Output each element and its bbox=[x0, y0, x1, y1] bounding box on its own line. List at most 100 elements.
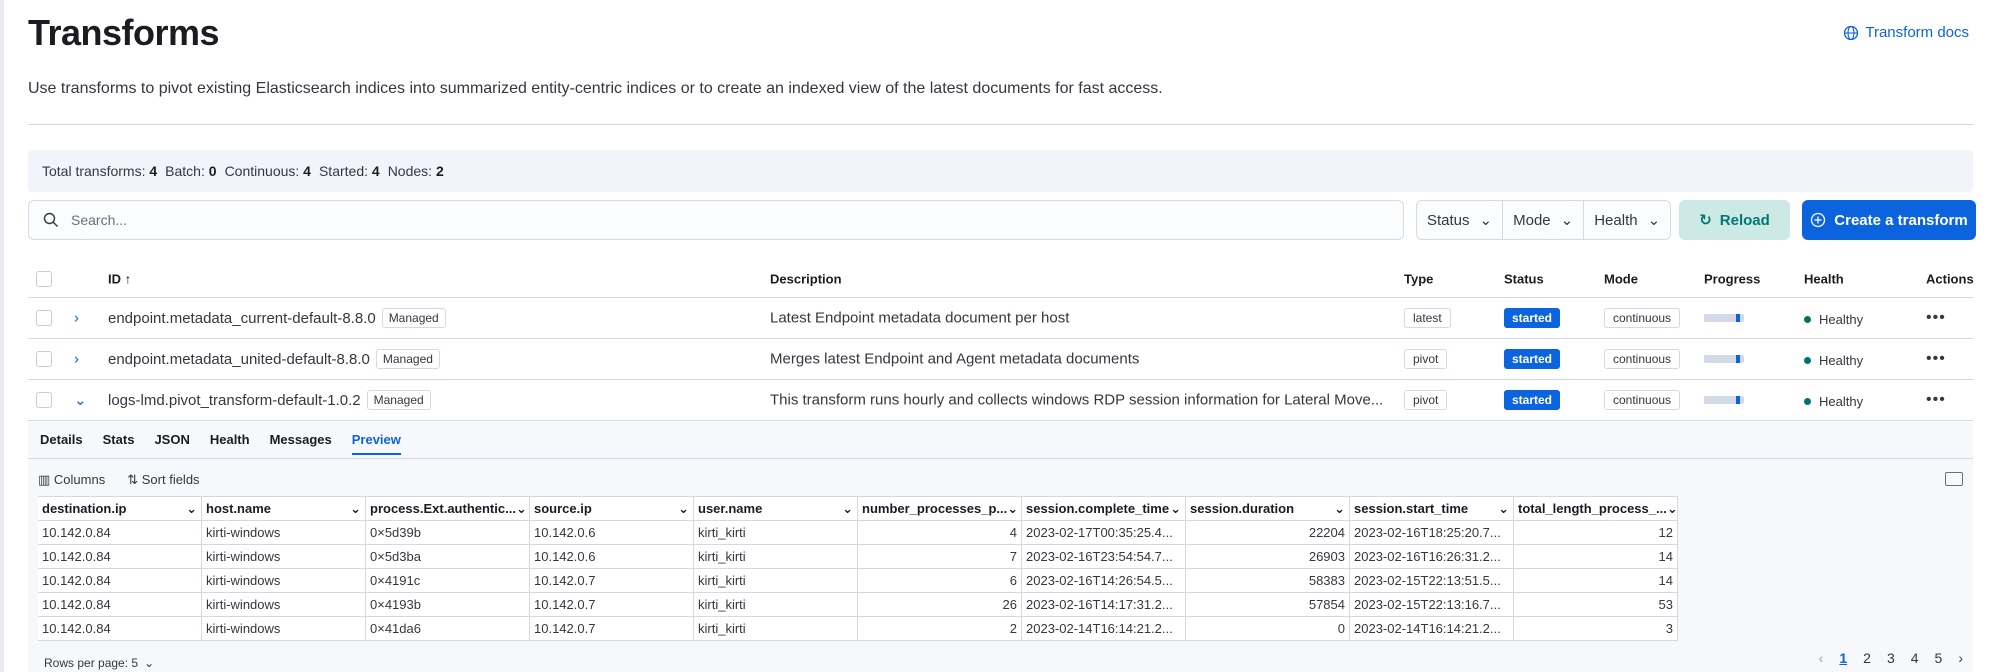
tab-messages[interactable]: Messages bbox=[270, 432, 332, 455]
grid-cell[interactable]: 2023-02-16T23:54:54.7... bbox=[1022, 545, 1186, 568]
page-link[interactable]: 4 bbox=[1911, 650, 1919, 666]
grid-cell[interactable]: 10.142.0.84 bbox=[38, 617, 202, 640]
grid-cell[interactable]: 0×5d3ba bbox=[366, 545, 530, 568]
table-row[interactable]: ⌄ logs-lmd.pivot_transform-default-1.0.2… bbox=[28, 380, 1973, 421]
actions-menu-icon[interactable]: ••• bbox=[1926, 350, 1946, 368]
grid-cell[interactable]: kirti-windows bbox=[202, 545, 366, 568]
grid-cell[interactable]: 6 bbox=[858, 569, 1022, 592]
grid-cell[interactable]: 26903 bbox=[1186, 545, 1350, 568]
grid-cell[interactable]: 0×41da6 bbox=[366, 617, 530, 640]
grid-cell[interactable]: kirti_kirti bbox=[694, 593, 858, 616]
health-filter[interactable]: Health ⌄ bbox=[1584, 201, 1670, 239]
sort-fields-button[interactable]: ⇅ Sort fields bbox=[127, 472, 199, 488]
grid-cell[interactable]: 0×4193b bbox=[366, 593, 530, 616]
grid-cell[interactable]: 2023-02-16T14:17:31.2... bbox=[1022, 593, 1186, 616]
actions-menu-icon[interactable]: ••• bbox=[1926, 391, 1946, 409]
grid-column-header[interactable]: source.ip ⌄ bbox=[530, 497, 694, 520]
grid-cell[interactable]: kirti-windows bbox=[202, 593, 366, 616]
grid-column-header[interactable]: session.duration ⌄ bbox=[1186, 497, 1350, 520]
grid-cell[interactable]: 12 bbox=[1514, 521, 1678, 544]
tab-preview[interactable]: Preview bbox=[351, 432, 401, 455]
chevron-down-icon[interactable]: ⌄ bbox=[186, 501, 197, 517]
grid-cell[interactable]: kirti_kirti bbox=[694, 617, 858, 640]
tab-health[interactable]: Health bbox=[210, 432, 250, 455]
grid-cell[interactable]: 10.142.0.7 bbox=[530, 593, 694, 616]
grid-cell[interactable]: 2023-02-16T16:26:31.2... bbox=[1350, 545, 1514, 568]
grid-cell[interactable]: 10.142.0.6 bbox=[530, 521, 694, 544]
chevron-down-icon[interactable]: ⌄ bbox=[678, 501, 689, 517]
mode-filter[interactable]: Mode ⌄ bbox=[1503, 201, 1585, 239]
chevron-right-icon[interactable]: › bbox=[1958, 650, 1963, 666]
grid-cell[interactable]: 10.142.0.84 bbox=[38, 569, 202, 592]
keyboard-shortcuts-icon[interactable] bbox=[1945, 472, 1963, 486]
grid-column-header[interactable]: user.name ⌄ bbox=[694, 497, 858, 520]
grid-cell[interactable]: 0×5d39b bbox=[366, 521, 530, 544]
grid-column-header[interactable]: number_processes_p... ⌄ bbox=[858, 497, 1022, 520]
grid-cell[interactable]: 2023-02-16T14:26:54.5... bbox=[1022, 569, 1186, 592]
grid-column-header[interactable]: destination.ip ⌄ bbox=[38, 497, 202, 520]
grid-cell[interactable]: 22204 bbox=[1186, 521, 1350, 544]
transform-id[interactable]: endpoint.metadata_united-default-8.8.0 bbox=[108, 351, 370, 368]
row-checkbox[interactable] bbox=[36, 392, 52, 408]
grid-cell[interactable]: 10.142.0.84 bbox=[38, 593, 202, 616]
reload-button[interactable]: ↻ Reload bbox=[1679, 200, 1790, 240]
grid-column-header[interactable]: host.name ⌄ bbox=[202, 497, 366, 520]
grid-cell[interactable]: kirti_kirti bbox=[694, 521, 858, 544]
transform-id[interactable]: endpoint.metadata_current-default-8.8.0 bbox=[108, 310, 376, 327]
grid-column-header[interactable]: process.Ext.authentic... ⌄ bbox=[366, 497, 530, 520]
grid-column-header[interactable]: total_length_process_... ⌄ bbox=[1514, 497, 1678, 520]
transform-docs-link[interactable]: Transform docs bbox=[1843, 24, 1969, 41]
chevron-down-icon[interactable]: ⌄ bbox=[1170, 501, 1181, 517]
grid-cell[interactable]: 10.142.0.84 bbox=[38, 521, 202, 544]
grid-cell[interactable]: 14 bbox=[1514, 569, 1678, 592]
chevron-down-icon[interactable]: ⌄ bbox=[516, 501, 527, 517]
grid-cell[interactable]: 4 bbox=[858, 521, 1022, 544]
grid-cell[interactable]: 2 bbox=[858, 617, 1022, 640]
row-checkbox[interactable] bbox=[36, 351, 52, 367]
grid-column-header[interactable]: session.start_time ⌄ bbox=[1350, 497, 1514, 520]
grid-cell[interactable]: 3 bbox=[1514, 617, 1678, 640]
grid-cell[interactable]: 53 bbox=[1514, 593, 1678, 616]
grid-cell[interactable]: 2023-02-14T16:14:21.2... bbox=[1350, 617, 1514, 640]
page-link[interactable]: 5 bbox=[1935, 650, 1943, 666]
page-link[interactable]: 2 bbox=[1863, 650, 1871, 666]
chevron-down-icon[interactable]: ⌄ bbox=[1498, 501, 1509, 517]
header-id[interactable]: ID ↑ bbox=[108, 271, 131, 286]
chevron-down-icon[interactable]: ⌄ bbox=[350, 501, 361, 517]
chevron-left-icon[interactable]: ‹ bbox=[1819, 650, 1824, 666]
grid-cell[interactable]: 10.142.0.7 bbox=[530, 569, 694, 592]
status-filter[interactable]: Status ⌄ bbox=[1417, 201, 1504, 239]
grid-cell[interactable]: 57854 bbox=[1186, 593, 1350, 616]
page-link[interactable]: 1 bbox=[1839, 650, 1847, 666]
grid-cell[interactable]: 10.142.0.7 bbox=[530, 617, 694, 640]
tab-json[interactable]: JSON bbox=[154, 432, 189, 455]
table-row[interactable]: › endpoint.metadata_united-default-8.8.0… bbox=[28, 339, 1973, 380]
actions-menu-icon[interactable]: ••• bbox=[1926, 309, 1946, 327]
chevron-down-icon[interactable]: ⌄ bbox=[1007, 501, 1018, 517]
grid-cell[interactable]: 10.142.0.6 bbox=[530, 545, 694, 568]
grid-cell[interactable]: kirti-windows bbox=[202, 569, 366, 592]
grid-cell[interactable]: 2023-02-14T16:14:21.2... bbox=[1022, 617, 1186, 640]
grid-cell[interactable]: 0×4191c bbox=[366, 569, 530, 592]
grid-column-header[interactable]: session.complete_time ⌄ bbox=[1022, 497, 1186, 520]
grid-cell[interactable]: 2023-02-16T18:25:20.7... bbox=[1350, 521, 1514, 544]
grid-cell[interactable]: kirti_kirti bbox=[694, 569, 858, 592]
grid-cell[interactable]: 2023-02-15T22:13:51.5... bbox=[1350, 569, 1514, 592]
chevron-right-icon[interactable]: › bbox=[74, 351, 79, 368]
table-row[interactable]: › endpoint.metadata_current-default-8.8.… bbox=[28, 298, 1973, 339]
select-all-checkbox[interactable] bbox=[36, 270, 52, 287]
create-transform-button[interactable]: Create a transform bbox=[1802, 200, 1976, 240]
grid-cell[interactable]: kirti-windows bbox=[202, 521, 366, 544]
grid-cell[interactable]: 14 bbox=[1514, 545, 1678, 568]
transform-id[interactable]: logs-lmd.pivot_transform-default-1.0.2 bbox=[108, 392, 361, 409]
row-checkbox[interactable] bbox=[36, 310, 52, 326]
grid-cell[interactable]: kirti-windows bbox=[202, 617, 366, 640]
search-input[interactable]: Search... bbox=[28, 200, 1404, 240]
grid-cell[interactable]: 0 bbox=[1186, 617, 1350, 640]
tab-stats[interactable]: Stats bbox=[103, 432, 135, 455]
chevron-right-icon[interactable]: › bbox=[74, 310, 79, 327]
grid-cell[interactable]: 10.142.0.84 bbox=[38, 545, 202, 568]
page-link[interactable]: 3 bbox=[1887, 650, 1895, 666]
grid-cell[interactable]: 2023-02-17T00:35:25.4... bbox=[1022, 521, 1186, 544]
tab-details[interactable]: Details bbox=[40, 432, 83, 455]
